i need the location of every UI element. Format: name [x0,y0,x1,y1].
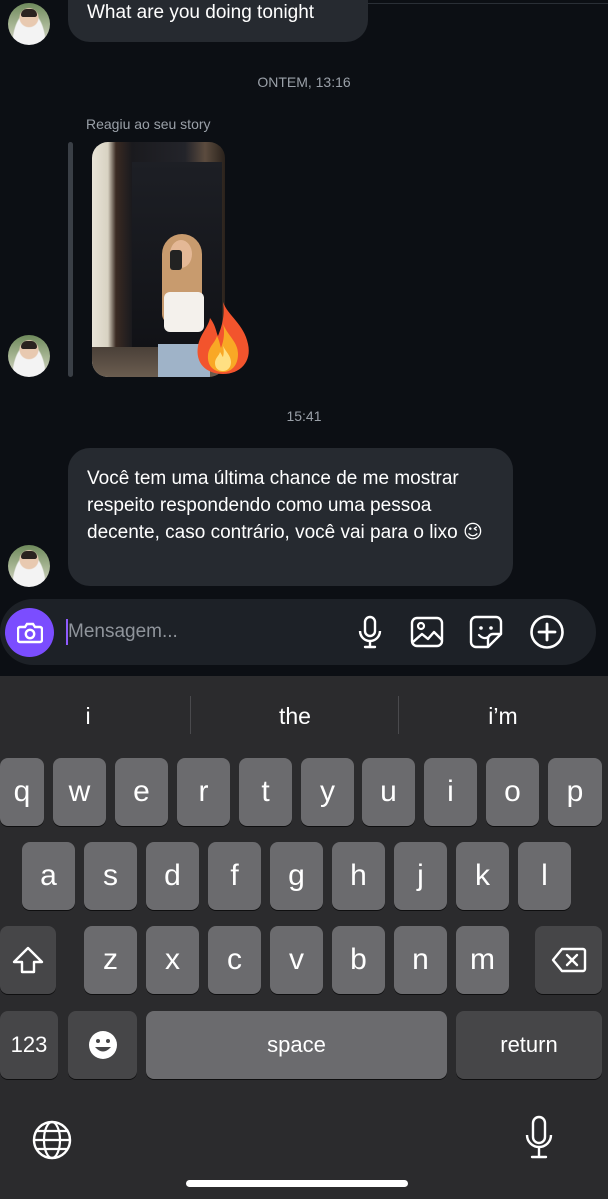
message-bubble[interactable]: What are you doing tonight [68,0,368,42]
sticker-icon [469,615,503,649]
key-s[interactable]: s [84,842,137,910]
backspace-key[interactable] [535,926,602,994]
numbers-key[interactable]: 123 [0,1011,58,1079]
suggestion-divider [398,696,399,734]
key-c[interactable]: c [208,926,261,994]
key-o[interactable]: o [486,758,539,826]
dictation-button[interactable] [516,1112,562,1164]
microphone-button[interactable] [351,613,389,651]
avatar[interactable] [8,3,50,45]
story-reply-label: Reagiu ao seu story [86,116,211,132]
message-text: Você tem uma última chance de me mostrar… [87,468,483,543]
key-z[interactable]: z [84,926,137,994]
message-text: What are you doing tonight [87,2,315,23]
sticker-button[interactable] [467,613,505,651]
return-key[interactable]: return [456,1011,602,1079]
camera-button[interactable] [5,608,54,657]
microphone-icon [525,1115,553,1159]
key-y[interactable]: y [301,758,354,826]
message-bubble[interactable]: Você tem uma última chance de me mostrar… [68,448,513,586]
key-b[interactable]: b [332,926,385,994]
avatar[interactable] [8,335,50,377]
shift-icon [12,946,44,974]
microphone-icon [358,615,382,649]
key-g[interactable]: g [270,842,323,910]
suggestion-2[interactable]: the [195,676,395,756]
gallery-button[interactable] [408,613,446,651]
key-k[interactable]: k [456,842,509,910]
fire-emoji-icon [197,302,249,374]
home-indicator[interactable] [186,1180,408,1187]
key-h[interactable]: h [332,842,385,910]
key-i[interactable]: i [424,758,477,826]
key-t[interactable]: t [239,758,292,826]
backspace-icon [551,947,586,973]
camera-icon [16,622,43,643]
key-q[interactable]: q [0,758,44,826]
suggestion-divider [190,696,191,734]
message-composer [0,599,596,665]
message-input[interactable] [68,617,338,647]
avatar[interactable] [8,545,50,587]
key-e[interactable]: e [115,758,168,826]
key-a[interactable]: a [22,842,75,910]
suggestion-1[interactable]: i [0,676,188,756]
space-key[interactable]: space [146,1011,447,1079]
key-u[interactable]: u [362,758,415,826]
key-x[interactable]: x [146,926,199,994]
time-separator: 15:41 [286,408,322,424]
key-p[interactable]: p [548,758,602,826]
story-reply-bar [68,142,73,377]
key-w[interactable]: w [53,758,106,826]
key-f[interactable]: f [208,842,261,910]
key-d[interactable]: d [146,842,199,910]
chat-thread[interactable]: What are you doing tonight ONTEM, 13:16 … [0,0,608,676]
date-separator: ONTEM, 13:16 [257,74,351,90]
key-j[interactable]: j [394,842,447,910]
add-icon [530,615,564,649]
globe-button[interactable] [28,1116,76,1164]
suggestion-3[interactable]: i’m [403,676,603,756]
divider [368,3,608,4]
emoji-icon [88,1031,117,1059]
shift-key[interactable] [0,926,56,994]
emoji-key[interactable] [68,1011,137,1079]
key-l[interactable]: l [518,842,571,910]
on-screen-keyboard: i the i’m q w e r t y u i o p a s d f g … [0,676,608,1199]
key-v[interactable]: v [270,926,323,994]
key-r[interactable]: r [177,758,230,826]
add-button[interactable] [528,613,566,651]
key-n[interactable]: n [394,926,447,994]
key-m[interactable]: m [456,926,509,994]
gallery-icon [410,616,444,648]
globe-icon [32,1120,72,1160]
